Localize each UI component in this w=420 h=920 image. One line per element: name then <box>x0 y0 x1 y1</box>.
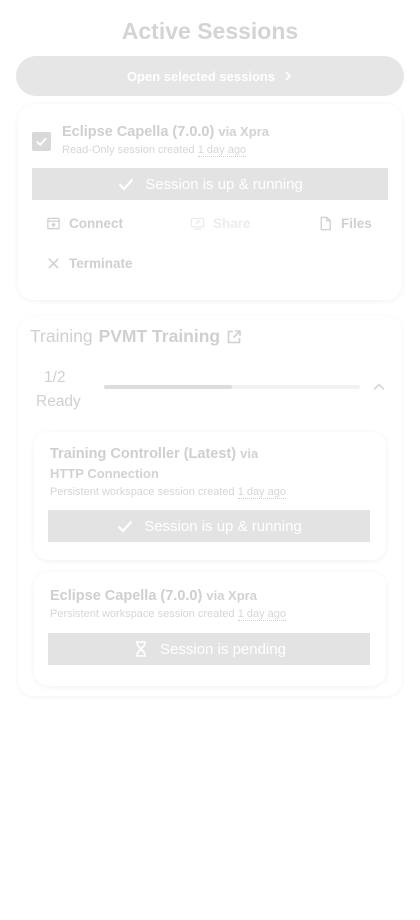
session-type-text: Read-Only session created <box>62 144 195 156</box>
session-title: Training Controller (Latest) via HTTP Co… <box>50 444 280 484</box>
session-connection-method: via Xpra <box>206 588 257 603</box>
progress-count-label: Ready <box>36 393 81 410</box>
training-title: Training PVMT Training <box>30 326 242 347</box>
session-created-ago: 1 day ago <box>197 144 247 157</box>
training-progress-count: 1/2 Ready <box>36 366 81 414</box>
files-label: Files <box>341 216 372 231</box>
session-name: Eclipse Capella (7.0.0) <box>62 124 215 140</box>
session-status-bar: Session is pending <box>48 633 370 665</box>
session-subtitle: Read-Only session created 1 day ago <box>62 144 247 157</box>
training-session-card: Training Controller (Latest) via HTTP Co… <box>34 432 386 560</box>
check-icon <box>36 137 47 147</box>
training-progress-bar <box>104 385 360 389</box>
session-name: Eclipse Capella (7.0.0) <box>50 588 203 604</box>
chevron-up-icon[interactable] <box>372 380 386 394</box>
terminate-label: Terminate <box>69 256 133 271</box>
connect-label: Connect <box>69 216 123 231</box>
progress-count-value: 1/2 <box>44 369 66 386</box>
check-icon <box>117 520 133 533</box>
session-status-text: Session is pending <box>160 640 286 658</box>
session-select-checkbox[interactable] <box>32 132 51 151</box>
session-created-ago: 1 day ago <box>237 608 287 621</box>
training-prefix: Training <box>30 326 93 346</box>
open-selected-label: Open selected sessions <box>126 68 276 84</box>
files-button[interactable]: Files <box>318 216 372 231</box>
file-icon <box>320 216 331 231</box>
session-title: Eclipse Capella (7.0.0) via Xpra <box>62 122 269 142</box>
page-title: Active Sessions <box>121 18 299 44</box>
check-icon <box>118 178 134 191</box>
screen-share-icon <box>190 217 205 230</box>
session-status-text: Session is up & running <box>144 517 302 535</box>
open-in-new-icon[interactable] <box>226 329 242 345</box>
close-icon <box>48 258 59 269</box>
session-card: Eclipse Capella (7.0.0) via Xpra Read-On… <box>18 104 402 300</box>
session-connection-method: via Xpra <box>218 124 269 139</box>
connect-button[interactable]: Connect <box>46 216 123 231</box>
session-name: Training Controller (Latest) <box>50 446 237 462</box>
session-type-text: Persistent workspace session created <box>50 486 235 498</box>
session-status-text: Session is up & running <box>145 175 303 193</box>
session-status-bar: Session is up & running <box>32 168 388 200</box>
share-button[interactable]: Share <box>190 216 251 231</box>
share-label: Share <box>213 216 251 231</box>
training-name: PVMT Training <box>98 326 221 346</box>
session-status-bar: Session is up & running <box>48 510 370 542</box>
hourglass-icon <box>136 641 147 657</box>
open-in-browser-icon <box>47 217 60 230</box>
open-selected-sessions-button[interactable]: Open selected sessions <box>16 56 404 96</box>
session-type-text: Persistent workspace session created <box>50 608 235 620</box>
terminate-button[interactable]: Terminate <box>46 256 133 271</box>
training-session-card: Eclipse Capella (7.0.0) via Xpra Persist… <box>34 572 386 686</box>
session-title: Eclipse Capella (7.0.0) via Xpra <box>50 586 370 606</box>
training-progress-fill <box>104 385 232 389</box>
session-subtitle: Persistent workspace session created 1 d… <box>50 608 287 621</box>
training-card: Training PVMT Training 1/2 Ready Trainin… <box>18 316 402 696</box>
session-created-ago: 1 day ago <box>237 486 287 499</box>
session-subtitle: Persistent workspace session created 1 d… <box>50 486 287 499</box>
chevron-right-icon <box>285 71 292 81</box>
